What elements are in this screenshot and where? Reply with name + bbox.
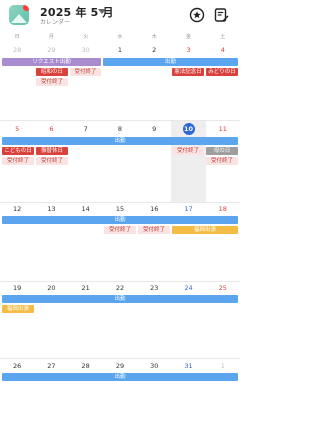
weekday-label: 木 (151, 34, 157, 40)
day-number[interactable]: 20 (34, 283, 68, 293)
day-number[interactable]: 22 (103, 283, 137, 293)
star-button[interactable] (188, 6, 206, 24)
day-number[interactable]: 14 (69, 204, 103, 214)
event-fukuoka-trip[interactable]: 福岡出張 (172, 226, 238, 234)
day-number[interactable]: 2 (137, 45, 171, 55)
weekday-header: 日 月 火 水 木 金 土 (0, 33, 240, 43)
app-header: 2025 年 5 月 カレンダー (0, 0, 240, 30)
day-number[interactable]: 29 (103, 361, 137, 371)
day-number[interactable]: 11 (206, 124, 240, 134)
weekday-label: 火 (83, 34, 89, 40)
day-number[interactable]: 25 (206, 283, 240, 293)
notes-edit-icon (214, 8, 229, 22)
event-accepted-done[interactable]: 受付終了 (206, 157, 238, 165)
day-number[interactable]: 23 (137, 283, 171, 293)
week-row[interactable]: 12 13 14 15 16 17 18 出勤 受付終了 受付終了 福岡出張 (0, 203, 240, 281)
event-holiday[interactable]: みどりの日 (206, 68, 238, 76)
event-commute[interactable]: 出勤 (2, 295, 238, 303)
day-number[interactable]: 7 (69, 124, 103, 134)
day-number[interactable]: 8 (103, 124, 137, 134)
event-fukuoka-trip[interactable]: 福岡出張 (2, 305, 34, 313)
event-accepted-done[interactable]: 受付終了 (36, 78, 68, 86)
day-number[interactable]: 16 (137, 204, 171, 214)
event-holiday[interactable]: 憲法記念日 (172, 68, 204, 76)
event-holiday[interactable]: こどもの日 (2, 147, 34, 155)
event-accepted-done[interactable]: 受付終了 (2, 157, 34, 165)
today-date[interactable]: 10 (182, 123, 195, 135)
day-number[interactable]: 3 (171, 45, 205, 55)
week-row[interactable]: 19 20 21 22 23 24 25 出勤 福岡出張 (0, 282, 240, 358)
event-holiday[interactable]: 昭和の日 (36, 68, 68, 76)
calendar-app-icon[interactable] (9, 5, 29, 25)
day-number[interactable]: 26 (0, 361, 34, 371)
day-number[interactable]: 30 (137, 361, 171, 371)
event-request-commute[interactable]: リクエスト出勤 (2, 58, 101, 66)
event-accepted-done[interactable]: 受付終了 (70, 68, 101, 76)
week-row[interactable]: 26 27 28 29 30 31 1 出勤 (0, 359, 240, 435)
week-row[interactable]: 5 6 7 8 9 10 11 出勤 こどもの日 振替休日 受付終了 母の日 受… (0, 121, 240, 202)
day-number[interactable]: 28 (0, 45, 34, 55)
day-number[interactable]: 6 (34, 124, 68, 134)
day-number[interactable]: 29 (34, 45, 68, 55)
day-number[interactable]: 1 (206, 361, 240, 371)
event-mothers-day[interactable]: 母の日 (206, 147, 238, 155)
day-number[interactable]: 30 (69, 45, 103, 55)
day-number[interactable]: 18 (206, 204, 240, 214)
day-number[interactable]: 1 (103, 45, 137, 55)
star-icon (189, 7, 205, 23)
event-holiday[interactable]: 振替休日 (36, 147, 68, 155)
day-number[interactable]: 5 (0, 124, 34, 134)
event-accepted-done[interactable]: 受付終了 (104, 226, 136, 234)
day-number[interactable]: 17 (171, 204, 205, 214)
calendar-subtitle: カレンダー (40, 19, 71, 26)
chevron-down-icon[interactable] (98, 9, 106, 14)
day-number[interactable]: 15 (103, 204, 137, 214)
day-number[interactable]: 27 (34, 361, 68, 371)
notes-button[interactable] (212, 6, 230, 24)
weekday-label: 日 (14, 34, 20, 40)
event-accepted-done[interactable]: 受付終了 (172, 147, 204, 155)
day-number[interactable]: 31 (171, 361, 205, 371)
week-row[interactable]: 28 29 30 1 2 3 4 リクエスト出勤 出勤 昭和の日 受付終了 憲法… (0, 44, 240, 120)
day-number[interactable]: 21 (69, 283, 103, 293)
day-number[interactable]: 13 (34, 204, 68, 214)
weekday-label: 土 (220, 34, 226, 40)
event-commute[interactable]: 出勤 (2, 373, 238, 381)
day-number[interactable]: 19 (0, 283, 34, 293)
day-number[interactable]: 9 (137, 124, 171, 134)
event-accepted-done[interactable]: 受付終了 (138, 226, 170, 234)
event-commute[interactable]: 出勤 (103, 58, 238, 66)
day-number[interactable]: 12 (0, 204, 34, 214)
weekday-label: 金 (186, 34, 192, 40)
event-commute[interactable]: 出勤 (2, 137, 238, 145)
weekday-label: 月 (48, 34, 54, 40)
day-number[interactable]: 28 (69, 361, 103, 371)
day-number[interactable]: 24 (171, 283, 205, 293)
weekday-label: 水 (117, 34, 123, 40)
event-accepted-done[interactable]: 受付終了 (36, 157, 68, 165)
event-commute[interactable]: 出勤 (2, 216, 238, 224)
day-number[interactable]: 4 (206, 45, 240, 55)
